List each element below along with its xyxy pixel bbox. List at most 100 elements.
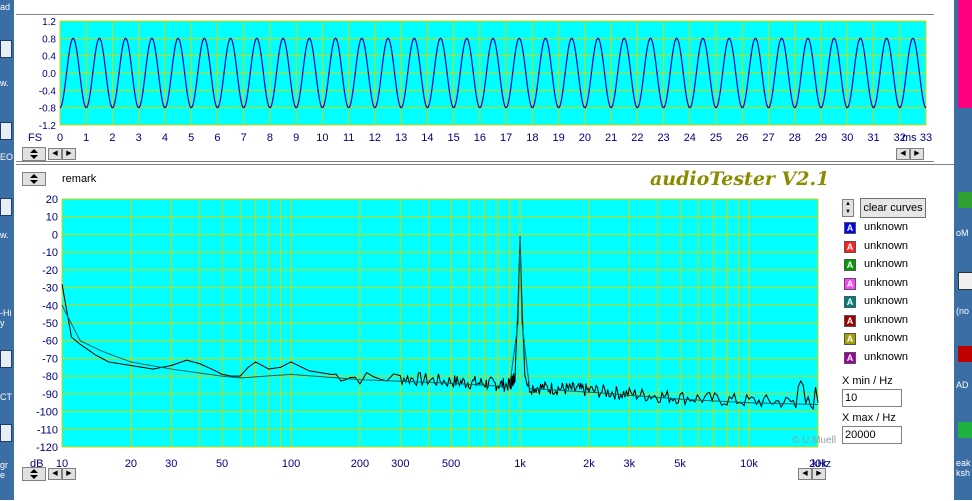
oscilloscope-x-tick-label: 0: [57, 132, 63, 144]
oscilloscope-x-tick-label: 33: [920, 132, 932, 144]
oscilloscope-scroll-left-button[interactable]: ◀: [48, 148, 62, 160]
oscilloscope-panel: 1.2 0.8 0.4 0.0 -0.4 -0.8 -1.2 0 1 2 3 4 5 6 7 8 9 10 11 1…: [16, 14, 934, 162]
oscilloscope-y-tick-label: 0.8: [42, 34, 56, 45]
curve-color-swatch[interactable]: A: [844, 333, 856, 345]
curve-color-swatch[interactable]: A: [844, 240, 856, 253]
oscilloscope-x-tick-label: 12: [369, 132, 381, 144]
curve-item[interactable]: Aunknown: [842, 313, 942, 329]
curve-color-swatch[interactable]: A: [844, 222, 856, 234]
spectrum-x-tick-label: 200: [351, 458, 369, 470]
oscilloscope-x-ticks: 0 1 2 3 4 5 6 7 8 9 10 11 12 13 14 15 16 17 18 19 20 21 22 23 24…: [57, 132, 932, 144]
desktop-label: -Hi y: [0, 308, 12, 328]
spectrum-scroll-right-button[interactable]: ▶: [62, 468, 76, 480]
curve-item[interactable]: Aunknown: [842, 331, 942, 347]
curve-name: unknown: [864, 295, 909, 307]
oscilloscope-x-tick-label: 8: [267, 132, 273, 144]
desktop-label: eak ksh: [956, 458, 971, 478]
oscilloscope-x-tick-label: 28: [789, 132, 801, 144]
curve-name: unknown: [864, 258, 909, 270]
spectrum-y-tick-label: 10: [46, 212, 58, 224]
oscilloscope-x-tick-label: 30: [841, 132, 853, 144]
curve-color-swatch[interactable]: A: [844, 314, 856, 327]
oscilloscope-x-tick-label: 27: [762, 132, 774, 144]
curve-list-spinner[interactable]: ▲ ▼: [842, 199, 854, 217]
audiotester-window: 1.2 0.8 0.4 0.0 -0.4 -0.8 -1.2 0 1 2 3 4 5 6 7 8 9 10 11 1…: [14, 0, 954, 501]
oscilloscope-x-tick-label: 9: [293, 132, 299, 144]
oscilloscope-x-tick-label: 3: [136, 132, 142, 144]
spectrum-y-tick-label: -80: [42, 371, 58, 383]
desktop-icon[interactable]: [958, 272, 972, 290]
oscilloscope-chart: 1.20.80.40.0-0.4-0.8-1.2 0 1 2 3 4 5 6 7 8 9 10 11 1…: [28, 17, 932, 144]
oscilloscope-x-tick-label: 18: [526, 132, 538, 144]
curve-item[interactable]: Aunknown: [842, 239, 942, 255]
curve-item[interactable]: Aunknown: [842, 276, 942, 292]
xmax-input[interactable]: 20000: [842, 426, 902, 444]
desktop-label: gr e: [0, 460, 9, 480]
oscilloscope-x-tick-label: 29: [815, 132, 827, 144]
oscilloscope-x-tick-label: 2: [109, 132, 115, 144]
curve-color-swatch[interactable]: A: [844, 351, 856, 364]
spectrum-grid: [61, 198, 819, 448]
curve-item[interactable]: Aunknown: [842, 350, 942, 366]
desktop-icon[interactable]: [0, 40, 12, 58]
curve-item[interactable]: Aunknown: [842, 220, 942, 236]
oscilloscope-x-tick-label: 25: [710, 132, 722, 144]
desktop-icon[interactable]: [958, 192, 972, 208]
spectrum-y-tick-label: -50: [42, 318, 58, 330]
spectrum-chart: 20100-10-20-30-40-50-60-70-80-90-100-110…: [30, 194, 836, 470]
copyright-watermark: © U.Mueller: [792, 435, 836, 446]
spectrum-x-tick-label: 300: [391, 458, 409, 470]
spectrum-bottom-spinner[interactable]: [22, 467, 46, 481]
oscilloscope-zoom-spinner[interactable]: [22, 147, 46, 161]
curve-name: unknown: [864, 313, 909, 326]
desktop-icon[interactable]: [958, 422, 972, 438]
oscilloscope-scroll-right-button[interactable]: ▶: [62, 148, 76, 160]
fs-label: FS: [28, 132, 42, 144]
curve-name: unknown: [864, 221, 909, 233]
curve-item[interactable]: Aunknown: [842, 294, 942, 310]
oscilloscope-y-tick-label: 1.2: [42, 17, 56, 28]
oscilloscope-x-tick-label: 7: [241, 132, 247, 144]
oscilloscope-x-tick-label: 4: [162, 132, 168, 144]
oscilloscope-pan-left-button[interactable]: ◀: [896, 148, 910, 160]
curve-name: unknown: [864, 239, 909, 252]
curve-name: unknown: [864, 350, 909, 363]
xmin-input[interactable]: 10: [842, 389, 902, 407]
app-title: audioTester V2.1: [650, 168, 830, 190]
oscilloscope-x-tick-label: 24: [684, 132, 696, 144]
remark-label: remark: [62, 173, 97, 185]
curve-name: unknown: [864, 276, 909, 289]
oscilloscope-x-tick-label: 5: [188, 132, 194, 144]
spectrum-zoom-spinner[interactable]: [22, 172, 46, 186]
oscilloscope-x-tick-label: 6: [214, 132, 220, 144]
oscilloscope-pan-right-button[interactable]: ▶: [910, 148, 924, 160]
curve-item[interactable]: Aunknown: [842, 257, 942, 273]
spectrum-scroll-left-button[interactable]: ◀: [48, 468, 62, 480]
desktop-icon[interactable]: [0, 350, 12, 368]
desktop-icon[interactable]: [0, 122, 12, 140]
curve-color-swatch[interactable]: A: [844, 277, 856, 290]
desktop-icon[interactable]: [0, 424, 12, 442]
spectrum-x-tick-label: 100: [282, 458, 300, 470]
desktop-icon[interactable]: [958, 346, 972, 362]
oscilloscope-x-tick-label: 23: [657, 132, 669, 144]
desktop-icon[interactable]: [0, 198, 12, 216]
spectrum-y-ticks: 20 10 0 -10 -20 -30 -40 -50 -60 -70 -80 -90 -100 -110…: [36, 194, 58, 454]
oscilloscope-x-tick-label: 1: [83, 132, 89, 144]
oscilloscope-y-tick-label: -0.8: [39, 104, 57, 115]
oscilloscope-x-tick-label: 16: [474, 132, 486, 144]
desktop-label: oM: [956, 228, 969, 238]
oscilloscope-x-tick-label: 31: [867, 132, 879, 144]
spectrum-y-tick-label: -60: [42, 336, 58, 348]
spectrum-x-tick-label: 3k: [623, 458, 635, 470]
oscilloscope-x-tick-label: 11: [343, 132, 354, 144]
curve-color-swatch[interactable]: A: [844, 296, 856, 308]
spectrum-pan-right-button[interactable]: ▶: [812, 468, 826, 480]
clear-curves-button[interactable]: clear curves: [860, 198, 926, 218]
spectrum-x-tick-label: 5k: [674, 458, 686, 470]
curve-color-swatch[interactable]: A: [844, 259, 856, 271]
oscilloscope-y-tick-label: 0.4: [42, 52, 56, 63]
spectrum-y-tick-label: -10: [42, 247, 58, 259]
spectrum-pan-left-button[interactable]: ◀: [798, 468, 812, 480]
spectrum-y-tick-label: 0: [52, 229, 58, 241]
